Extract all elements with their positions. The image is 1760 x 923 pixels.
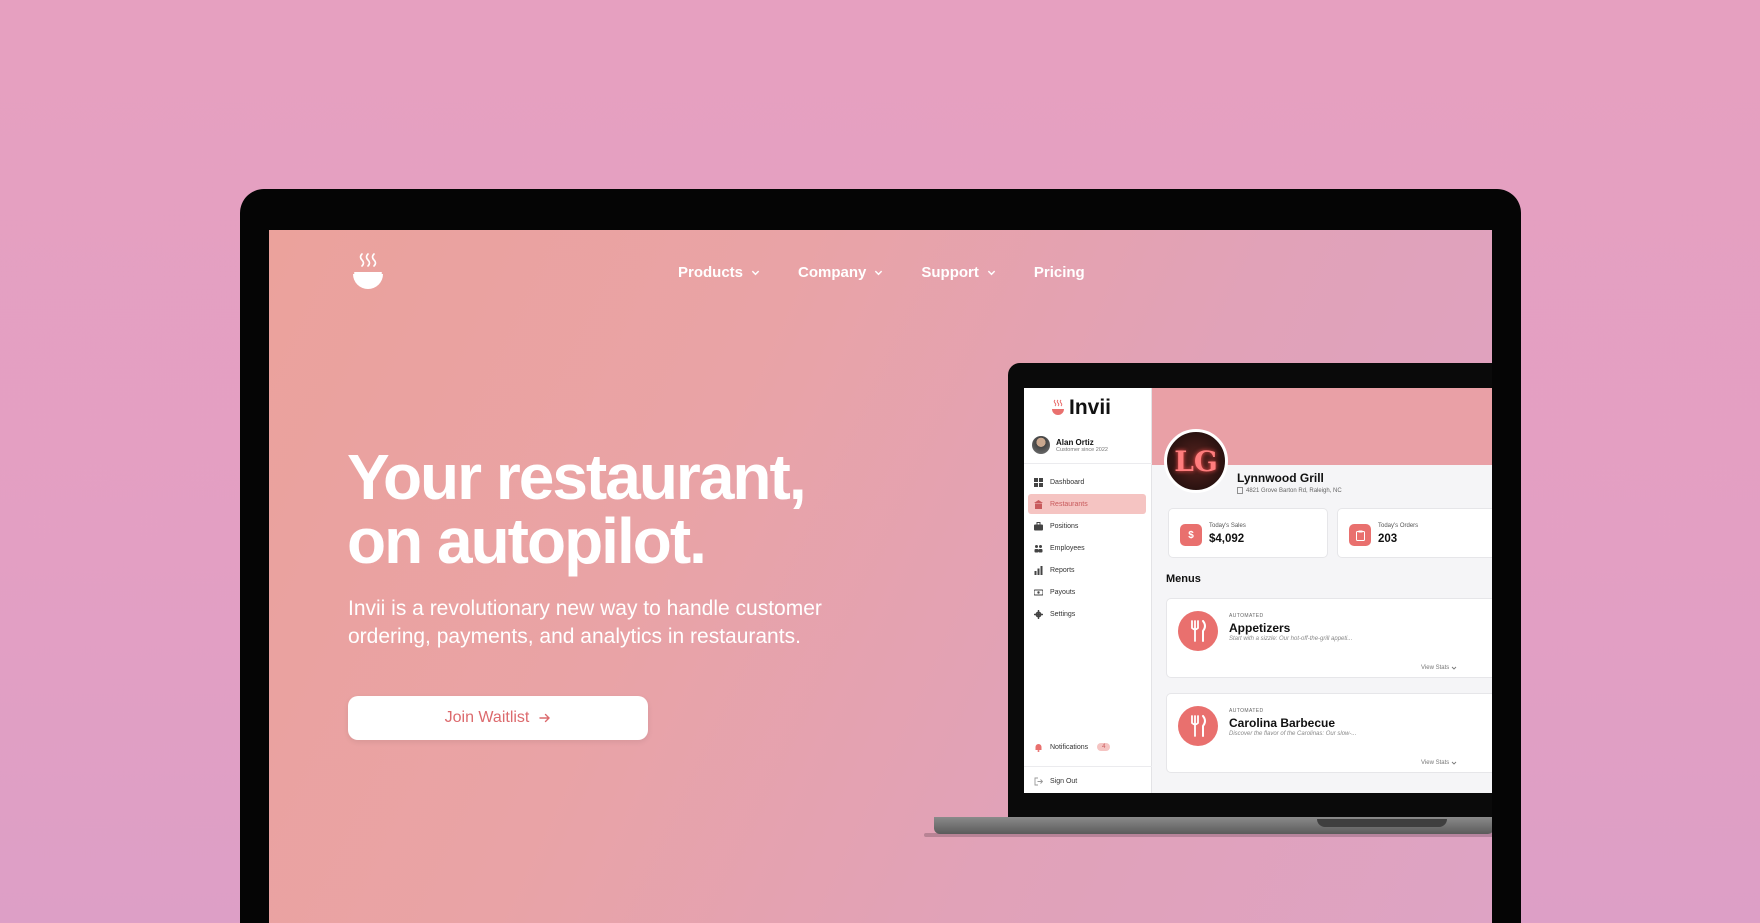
avatar: [1032, 436, 1050, 454]
bar-chart-icon: [1034, 565, 1043, 575]
dashboard-screen: Invii Alan Ortiz Customer since 2022 Das…: [1024, 388, 1492, 793]
stat-value: 203: [1378, 533, 1398, 545]
nav-products-label: Products: [678, 264, 744, 281]
dollar-icon: $: [1180, 524, 1202, 546]
view-stats-label: View Stats: [1421, 665, 1450, 671]
restaurant-logo: LG: [1164, 429, 1228, 493]
join-waitlist-button[interactable]: Join Waitlist: [348, 696, 648, 740]
stat-label: Today's Sales: [1209, 523, 1246, 529]
menus-heading: Menus: [1166, 573, 1201, 585]
sign-out-button[interactable]: Sign Out: [1028, 771, 1146, 791]
restaurant-name: Lynnwood Grill: [1237, 471, 1324, 485]
sidebar-item-payouts[interactable]: Payouts: [1028, 582, 1146, 602]
sidebar-item-dashboard[interactable]: Dashboard: [1028, 472, 1146, 492]
sidebar-item-positions[interactable]: Positions: [1028, 516, 1146, 536]
hero-title-line1: Your restaurant,: [347, 441, 807, 513]
money-icon: [1034, 589, 1043, 595]
stat-value: $4,092: [1209, 533, 1245, 545]
sidebar-item-label: Employees: [1050, 544, 1085, 552]
view-stats-label: View Stats: [1421, 760, 1450, 766]
nav-pricing[interactable]: Pricing: [1034, 264, 1085, 281]
user-name: Alan Ortiz: [1056, 437, 1094, 447]
chevron-down-icon: [987, 270, 996, 276]
sidebar-item-label: Reports: [1050, 566, 1075, 574]
divider: [1024, 766, 1152, 767]
menu-title: Carolina Barbecue: [1229, 716, 1336, 730]
bowl-logo-icon[interactable]: [351, 252, 385, 294]
nav-company-label: Company: [798, 264, 867, 281]
nav-products[interactable]: Products: [678, 264, 760, 281]
arrow-right-icon: [539, 713, 551, 723]
clipboard-icon: [1349, 524, 1371, 546]
fork-knife-icon: [1178, 611, 1218, 651]
building-icon: [1237, 487, 1243, 494]
chevron-down-icon: [1451, 666, 1457, 670]
view-stats-link[interactable]: View Stats: [1421, 760, 1457, 766]
sign-out-label: Sign Out: [1050, 777, 1078, 785]
notifications-label: Notifications: [1050, 743, 1089, 751]
notifications-badge: 4: [1097, 743, 1111, 751]
menu-card-appetizers[interactable]: AUTOMATED Appetizers Start with a sizzle…: [1166, 598, 1492, 678]
stat-card-sales[interactable]: $ Today's Sales $4,092: [1168, 508, 1328, 558]
nav-company[interactable]: Company: [798, 264, 883, 281]
restaurant-address-text: 4821 Grove Barton Rd, Raleigh, NC: [1246, 487, 1342, 494]
nav-support[interactable]: Support: [921, 264, 996, 281]
sidebar-item-label: Settings: [1050, 610, 1076, 618]
bell-icon: [1035, 743, 1042, 752]
divider: [1024, 463, 1152, 464]
hero-subtitle: Invii is a revolutionary new way to hand…: [348, 597, 822, 648]
main-nav: Products Company Support Pricing: [678, 264, 1085, 281]
user-profile[interactable]: Alan Ortiz Customer since 2022: [1032, 436, 1108, 454]
sidebar-item-settings[interactable]: Settings: [1028, 604, 1146, 624]
menu-tag: AUTOMATED: [1229, 613, 1264, 619]
menu-description: Start with a sizzle: Our hot-off-the-gri…: [1229, 636, 1353, 642]
stat-label: Today's Orders: [1378, 523, 1419, 529]
mockup-laptop-notch: [1317, 819, 1447, 827]
brand-name: Invii: [1069, 396, 1112, 419]
sidebar-item-label: Payouts: [1050, 588, 1076, 596]
briefcase-icon: [1034, 521, 1043, 530]
join-waitlist-label: Join Waitlist: [444, 709, 530, 726]
menu-tag: AUTOMATED: [1229, 708, 1264, 714]
sidebar-bottom: Notifications 4: [1028, 737, 1146, 759]
grid-icon: [1034, 477, 1043, 487]
menu-card-carolina-barbecue[interactable]: AUTOMATED Carolina Barbecue Discover the…: [1166, 693, 1492, 773]
chevron-down-icon: [751, 270, 760, 276]
sidebar-item-label: Restaurants: [1050, 500, 1088, 508]
nav-support-label: Support: [921, 264, 979, 281]
people-icon: [1034, 544, 1043, 552]
restaurant-address: 4821 Grove Barton Rd, Raleigh, NC: [1237, 487, 1342, 494]
fork-knife-icon: [1178, 706, 1218, 746]
sidebar-item-restaurants[interactable]: Restaurants: [1028, 494, 1146, 514]
view-stats-link[interactable]: View Stats: [1421, 665, 1457, 671]
menu-title: Appetizers: [1229, 621, 1291, 635]
gear-icon: [1034, 609, 1043, 619]
hero-title: Your restaurant, on autopilot.: [347, 445, 867, 573]
nav-pricing-label: Pricing: [1033, 264, 1085, 281]
sidebar-item-reports[interactable]: Reports: [1028, 560, 1146, 580]
sidebar-item-employees[interactable]: Employees: [1028, 538, 1146, 558]
user-since: Customer since 2022: [1056, 446, 1108, 453]
dashboard-sidebar: Invii Alan Ortiz Customer since 2022 Das…: [1024, 388, 1152, 793]
chevron-down-icon: [875, 270, 883, 276]
sidebar-item-label: Positions: [1050, 522, 1079, 530]
sidebar-item-label: Dashboard: [1050, 478, 1085, 486]
sidebar-item-notifications[interactable]: Notifications 4: [1028, 737, 1146, 757]
brand: Invii: [1051, 396, 1111, 420]
chevron-down-icon: [1451, 761, 1457, 765]
store-icon: [1034, 499, 1043, 509]
hero-title-line2: on autopilot.: [347, 505, 707, 577]
sidebar-menu: Dashboard Restaurants Positions Employee…: [1028, 472, 1146, 626]
menu-description: Discover the flavor of the Carolinas: Ou…: [1229, 731, 1357, 737]
website-screen: Products Company Support Pricing Your re…: [269, 230, 1492, 923]
stat-card-orders[interactable]: Today's Orders 203: [1337, 508, 1492, 558]
bowl-logo-icon: [1052, 399, 1064, 415]
sign-out-icon: [1034, 777, 1043, 785]
